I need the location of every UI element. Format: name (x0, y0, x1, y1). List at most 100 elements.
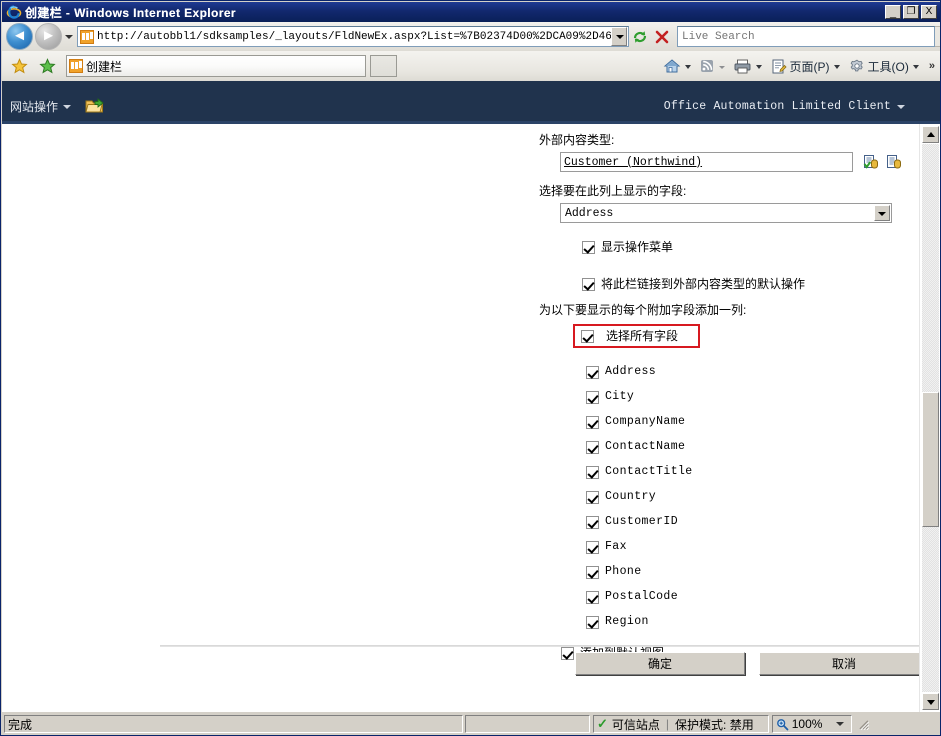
field-checkbox-row[interactable]: Region (586, 615, 919, 629)
field-checkbox-row[interactable]: Country (586, 490, 919, 504)
link-default-action-row[interactable]: 将此栏链接到外部内容类型的默认操作 (582, 277, 919, 291)
caret-down-icon (927, 700, 935, 705)
search-input[interactable] (677, 26, 935, 47)
page-vertical-scrollbar[interactable] (919, 124, 940, 712)
refresh-button[interactable] (629, 26, 651, 48)
site-actions-menu[interactable]: 网站操作 (10, 98, 72, 115)
field-checkbox-row[interactable]: City (586, 390, 919, 404)
page-menu-button[interactable]: 页面(P) (768, 54, 846, 78)
select-all-fields-checkbox[interactable] (581, 330, 594, 343)
page-menu-label: 页面(P) (789, 59, 830, 74)
command-bar-overflow-button[interactable]: » (929, 60, 935, 72)
add-to-favorites-icon[interactable] (36, 55, 58, 77)
show-actions-menu-label: 显示操作菜单 (601, 240, 674, 254)
chevron-down-icon (912, 65, 919, 69)
maximize-glyph: ❐ (906, 6, 916, 17)
create-column-form: 外部内容类型: Customer (Northwind) 选择要在此列上显示的字… (539, 132, 919, 660)
status-separator: | (665, 717, 670, 731)
field-checkbox-fax[interactable] (586, 541, 599, 554)
gear-icon (850, 59, 863, 71)
print-button[interactable] (731, 54, 768, 78)
ok-button[interactable]: 确定 (575, 652, 745, 675)
field-checkbox-contactname[interactable] (586, 441, 599, 454)
new-tab-button[interactable] (370, 55, 397, 77)
search-field[interactable] (678, 30, 934, 43)
resize-grip[interactable] (856, 717, 870, 731)
field-checkbox-row[interactable]: CompanyName (586, 415, 919, 429)
scrollbar-thumb[interactable] (922, 392, 939, 527)
back-button[interactable]: ◄ (6, 23, 33, 50)
search-button[interactable] (935, 26, 940, 47)
form-button-row: 确定 取消 (575, 652, 919, 675)
status-bar: 完成 ✓ 可信站点 | 保护模式: 禁用 100% (2, 712, 940, 735)
field-checkbox-row[interactable]: ContactName (586, 440, 919, 454)
zoom-panel[interactable]: 100% (771, 715, 852, 733)
field-label-contactname: ContactName (605, 440, 686, 453)
tools-menu-label: 工具(O) (867, 59, 909, 74)
chevron-down-icon (718, 65, 725, 69)
status-text: 完成 (8, 717, 33, 732)
home-button[interactable] (661, 54, 697, 78)
field-checkbox-row[interactable]: ContactTitle (586, 465, 919, 479)
field-checkbox-contacttitle[interactable] (586, 466, 599, 479)
title-bar: 创建栏 - Windows Internet Explorer _ ❐ X (2, 2, 940, 22)
scroll-up-button[interactable] (922, 126, 939, 143)
field-checkbox-customerid[interactable] (586, 516, 599, 529)
user-welcome-menu[interactable]: Office Automation Limited Client (664, 100, 905, 113)
address-input[interactable]: http://autobbl1/sdksamples/_layouts/FldN… (77, 26, 629, 47)
tab-title: 创建栏 (86, 59, 123, 74)
browse-icon[interactable] (886, 154, 903, 171)
display-field-dropdown-button[interactable] (874, 205, 890, 221)
field-checkbox-row[interactable]: Phone (586, 565, 919, 579)
field-checkbox-row[interactable]: CustomerID (586, 515, 919, 529)
field-label-region: Region (605, 615, 649, 628)
internet-explorer-window: 创建栏 - Windows Internet Explorer _ ❐ X ◄ … (0, 0, 941, 736)
field-checkbox-address[interactable] (586, 366, 599, 379)
show-actions-menu-row[interactable]: 显示操作菜单 (582, 240, 919, 254)
minimize-button[interactable]: _ (885, 5, 901, 19)
check-names-icon[interactable] (863, 154, 880, 171)
security-zone-panel[interactable]: ✓ 可信站点 | 保护模式: 禁用 (593, 715, 769, 733)
link-default-action-checkbox[interactable] (582, 278, 595, 291)
chevron-down-icon (878, 212, 886, 216)
field-checkbox-region[interactable] (586, 616, 599, 629)
cancel-button[interactable]: 取消 (759, 652, 919, 675)
tools-menu-button[interactable]: 工具(O) (846, 54, 925, 78)
browser-tab[interactable]: 创建栏 (66, 55, 366, 77)
external-content-type-value[interactable]: Customer (Northwind) (564, 156, 702, 169)
chevron-down-icon (897, 105, 905, 109)
external-content-type-input[interactable]: Customer (Northwind) (560, 152, 853, 172)
ie-logo-icon (6, 4, 22, 20)
field-checkbox-row[interactable]: Address (586, 365, 919, 379)
chevron-down-icon[interactable] (835, 722, 844, 726)
display-field-select[interactable]: Address (560, 203, 892, 223)
field-checkbox-city[interactable] (586, 391, 599, 404)
address-bar: ◄ ► http://autobbl1/sdksamples/_layouts/… (2, 22, 940, 51)
form-divider (160, 645, 919, 647)
close-button[interactable]: X (921, 5, 937, 19)
display-field-value: Address (565, 206, 614, 220)
feeds-button[interactable] (697, 54, 731, 78)
field-checkbox-country[interactable] (586, 491, 599, 504)
open-folder-icon[interactable] (85, 97, 105, 115)
show-actions-menu-checkbox[interactable] (582, 241, 595, 254)
favorites-center-icon[interactable] (8, 55, 30, 77)
recent-pages-dropdown[interactable] (62, 26, 76, 48)
address-history-dropdown[interactable] (611, 27, 627, 46)
field-checkbox-postalcode[interactable] (586, 591, 599, 604)
forward-button[interactable]: ► (35, 23, 62, 50)
field-checkbox-phone[interactable] (586, 566, 599, 579)
add-to-default-view-checkbox[interactable] (561, 647, 574, 660)
stop-button[interactable] (651, 26, 673, 48)
maximize-button[interactable]: ❐ (903, 5, 919, 19)
external-content-type-row: Customer (Northwind) (539, 152, 919, 172)
external-content-type-label: 外部内容类型: (539, 133, 615, 147)
print-icon (734, 59, 750, 73)
scroll-down-button[interactable] (922, 693, 939, 710)
field-checkbox-row[interactable]: PostalCode (586, 590, 919, 604)
tab-and-command-bar: 创建栏 页面(P) 工具(O) » (2, 51, 940, 81)
field-label-country: Country (605, 490, 657, 503)
field-checkbox-row[interactable]: Fax (586, 540, 919, 554)
field-checkbox-companyname[interactable] (586, 416, 599, 429)
field-label-fax: Fax (605, 540, 627, 553)
